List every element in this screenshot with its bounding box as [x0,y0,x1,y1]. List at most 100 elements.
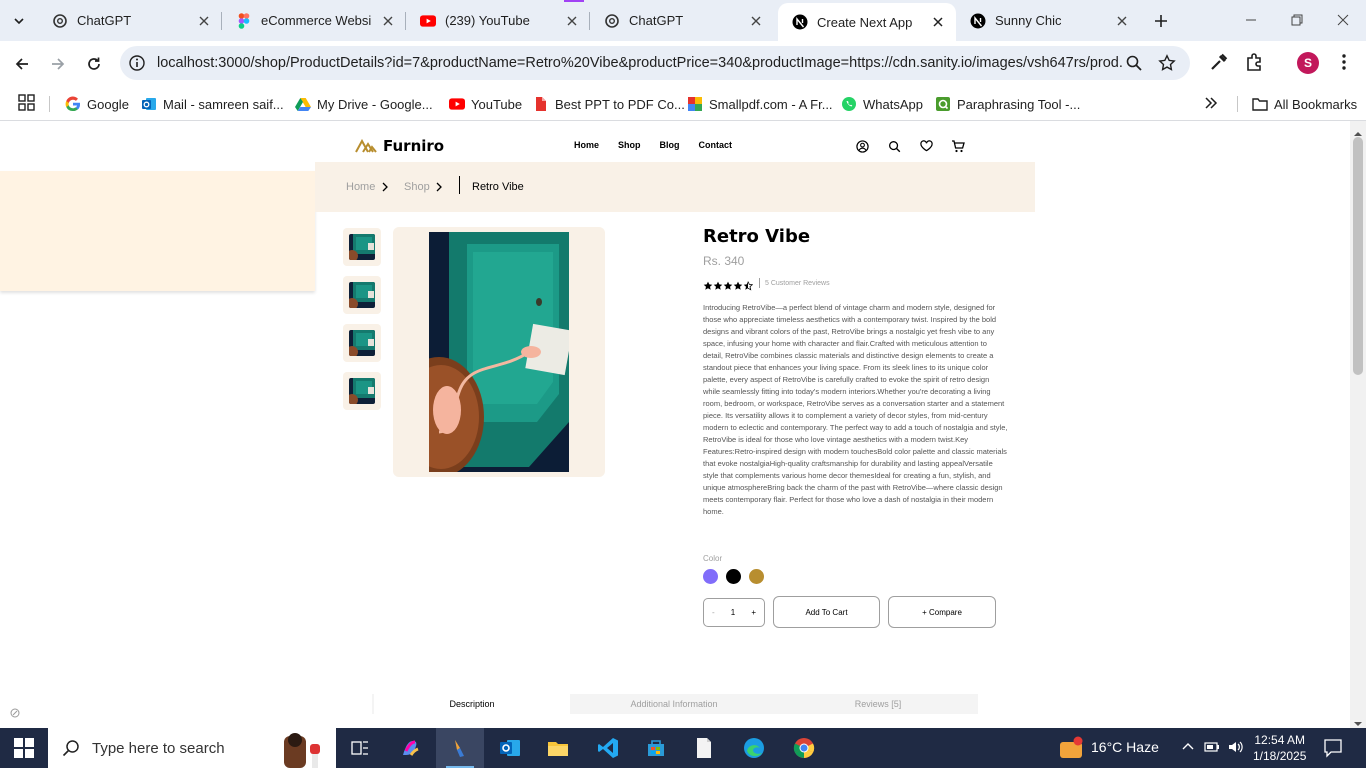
notifications-icon[interactable] [1323,738,1343,758]
search-highlight-icon[interactable] [266,730,330,768]
page-scrollbar[interactable] [1350,121,1366,728]
apps-grid-icon[interactable] [18,94,35,111]
reload-button[interactable] [81,51,107,77]
taskbar-copilot[interactable] [386,728,434,768]
close-tab-icon[interactable] [196,13,212,29]
add-to-cart-button[interactable]: Add To Cart [773,596,880,628]
nav-shop[interactable]: Shop [618,140,641,150]
bookmark-youtube[interactable]: YouTube [449,93,522,115]
nextjs-icon [970,13,986,29]
forward-button[interactable] [45,51,71,77]
taskbar-microsoft-store[interactable] [632,728,680,768]
bookmark-label: Paraphrasing Tool -... [957,96,1081,112]
color-swatch-black[interactable] [726,569,741,584]
restore-button[interactable] [1282,8,1312,32]
address-bar[interactable]: localhost:3000/shop/ProductDetails?id=7&… [120,46,1190,80]
product-thumbnail[interactable] [343,324,381,362]
browser-tab[interactable]: ChatGPT [590,0,774,41]
tab-description[interactable]: Description [374,694,570,714]
breadcrumb-shop[interactable]: Shop [404,181,430,193]
chrome-icon [793,737,815,759]
bookmark-star-icon[interactable] [1158,54,1176,72]
scrollbar-thumb[interactable] [1353,137,1363,375]
battery-icon[interactable] [1204,741,1220,753]
bookmark-ppt-to-pdf[interactable]: Best PPT to PDF Co... [533,93,685,115]
site-info-icon[interactable] [128,54,146,72]
nav-blog[interactable]: Blog [660,140,680,150]
chevron-up-icon[interactable] [1182,741,1194,753]
bookmark-paraphrasing-tool[interactable]: Paraphrasing Tool -... [935,93,1080,115]
browser-tab-active[interactable]: Create Next App [778,3,956,41]
taskbar-active-app[interactable] [436,728,484,768]
task-view-button[interactable] [336,728,384,768]
quantity-decrement-button[interactable]: - [712,608,715,617]
windows-start-icon[interactable] [14,738,34,758]
minimize-icon [1245,14,1257,26]
heart-icon[interactable] [918,138,934,154]
chevron-double-right-icon[interactable] [1204,96,1218,110]
color-swatch-gold[interactable] [749,569,764,584]
bookmark-smallpdf[interactable]: Smallpdf.com - A Fr... [687,93,833,115]
browser-tab[interactable]: (239) YouTube [406,0,590,41]
extensions-icon[interactable] [1245,52,1265,72]
taskbar-notepad[interactable] [680,728,728,768]
browser-tab[interactable]: Sunny Chic [956,0,1140,41]
taskbar-outlook[interactable] [486,728,534,768]
quantity-increment-button[interactable]: + [751,608,756,617]
taskbar-chrome[interactable] [780,728,828,768]
tab-reviews[interactable]: Reviews [5] [780,694,976,714]
browser-tab[interactable]: ChatGPT [38,0,222,41]
search-icon[interactable] [886,138,902,154]
customer-reviews-count[interactable]: 5 Customer Reviews [765,280,830,287]
nav-home[interactable]: Home [574,140,599,150]
taskbar-clock[interactable]: 12:54 AM 1/18/2025 [1253,732,1306,764]
star-rating [703,278,754,291]
bookmark-drive[interactable]: My Drive - Google... [295,93,433,115]
weather-icon[interactable] [1058,736,1084,760]
quantity-value[interactable]: 1 [731,608,735,617]
color-swatch-purple[interactable] [703,569,718,584]
back-button[interactable] [9,51,35,77]
site-logo[interactable]: Furniro [355,137,444,155]
account-icon[interactable] [854,138,870,154]
browser-tab[interactable]: eCommerce Website [222,0,406,41]
close-tab-icon[interactable] [930,14,946,30]
cart-icon[interactable] [950,138,966,154]
close-tab-icon[interactable] [564,13,580,29]
close-tab-icon[interactable] [380,13,396,29]
bookmark-google[interactable]: Google [65,93,129,115]
scroll-up-arrow-icon[interactable] [1354,125,1362,136]
profile-avatar[interactable]: S [1297,52,1319,74]
nextjs-dev-indicator[interactable] [8,707,22,721]
tab-additional-information[interactable]: Additional Information [576,694,772,714]
taskbar-search-box[interactable]: Type here to search [48,728,336,768]
url-text[interactable]: localhost:3000/shop/ProductDetails?id=7&… [157,55,1122,71]
nav-contact[interactable]: Contact [699,140,733,150]
weather-text[interactable]: 16°C Haze [1091,739,1159,755]
minimize-button[interactable] [1236,8,1266,32]
zoom-icon[interactable] [1125,54,1143,72]
product-thumbnail[interactable] [343,372,381,410]
taskbar-edge[interactable] [730,728,778,768]
all-bookmarks-folder[interactable]: All Bookmarks [1252,93,1357,115]
bookmark-whatsapp[interactable]: WhatsApp [841,93,923,115]
close-tab-icon[interactable] [748,13,764,29]
product-thumbnail[interactable] [343,228,381,266]
eyedropper-icon[interactable] [1209,52,1229,72]
taskbar-file-explorer[interactable] [534,728,582,768]
close-tab-icon[interactable] [1114,13,1130,29]
breadcrumb-home[interactable]: Home [346,181,375,193]
volume-icon[interactable] [1228,740,1244,754]
color-label: Color [703,554,723,563]
compare-button[interactable]: + Compare [888,596,996,628]
close-window-button[interactable] [1328,8,1358,32]
tab-search-button[interactable] [6,8,32,34]
taskbar-vscode[interactable] [584,728,632,768]
scroll-down-arrow-icon[interactable] [1354,715,1362,726]
chevron-right-icon [382,182,388,192]
bookmark-mail[interactable]: Mail - samreen saif... [141,93,284,115]
kebab-menu-icon[interactable] [1336,52,1352,72]
vscode-icon [597,737,619,759]
new-tab-button[interactable] [1150,10,1172,32]
product-thumbnail[interactable] [343,276,381,314]
